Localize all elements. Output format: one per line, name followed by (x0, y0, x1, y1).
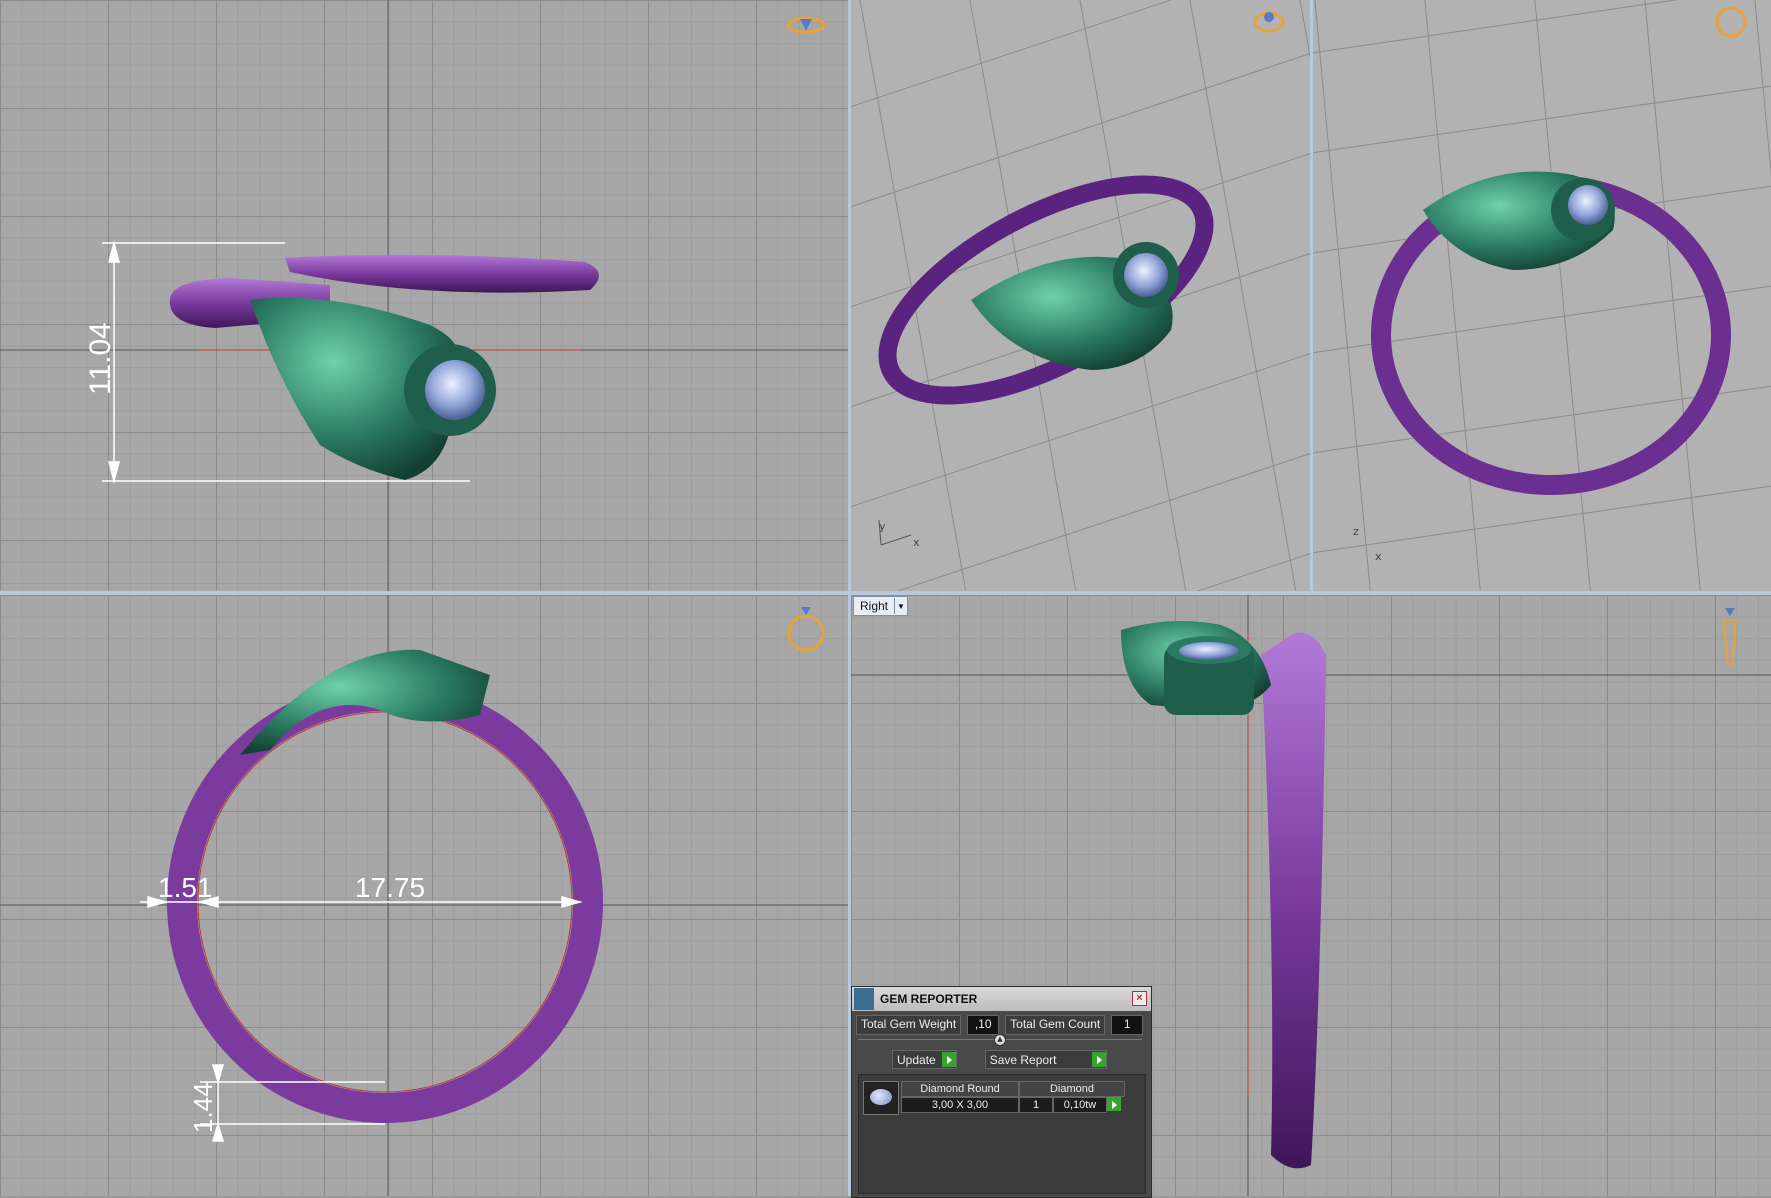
save-report-button[interactable]: Save Report (984, 1050, 1107, 1069)
total-count-label: Total Gem Count (1005, 1015, 1106, 1035)
collapse-toggle-icon[interactable]: ▲ (994, 1034, 1006, 1046)
total-weight-value: ,10 (967, 1015, 1000, 1035)
update-button[interactable]: Update (892, 1050, 957, 1069)
view-selector[interactable]: Right ▼ (853, 596, 909, 616)
view-cube-icon[interactable] (1253, 11, 1285, 33)
front-view-drawing: 11.04 (0, 0, 848, 591)
gem-shape: Diamond Round (901, 1081, 1019, 1097)
view-cube-icon[interactable] (1715, 6, 1747, 38)
viewport-top[interactable]: 1.51 17.75 1.44 (0, 595, 848, 1196)
total-count-value: 1 (1111, 1015, 1144, 1035)
gem-thumbnail-icon (863, 1081, 899, 1115)
height-dimension-label: 11.04 (84, 322, 117, 395)
viewport-front[interactable]: 11.04 (0, 0, 848, 591)
gem-reporter-title: GEM REPORTER (880, 992, 978, 1006)
total-weight-label: Total Gem Weight (856, 1015, 962, 1035)
chevron-down-icon[interactable]: ▼ (894, 598, 907, 614)
gem-reporter-titlebar[interactable]: GEM REPORTER × (852, 987, 1151, 1011)
save-report-label: Save Report (989, 1052, 1057, 1067)
viewport-perspective[interactable]: yx (851, 0, 1310, 591)
close-icon[interactable]: × (1132, 991, 1147, 1006)
thickness-label: 1.44 (188, 1082, 218, 1133)
gem-size: 3,00 X 3,00 (901, 1097, 1019, 1113)
perspective-drawing-2: zx (1313, 0, 1771, 591)
inner-diameter-label: 17.75 (355, 872, 425, 903)
play-icon[interactable] (1091, 1052, 1106, 1067)
viewport-divider-horizontal[interactable] (0, 591, 1771, 595)
gem-weight: 0,10tw (1053, 1097, 1107, 1113)
band-width-label: 1.51 (158, 872, 213, 903)
update-button-label: Update (897, 1052, 936, 1067)
viewport-perspective-2[interactable]: zx (1313, 0, 1771, 591)
svg-text:x: x (1375, 550, 1382, 563)
gem-detail-button[interactable] (1107, 1097, 1121, 1111)
gem-material: Diamond (1019, 1081, 1125, 1097)
svg-text:x: x (913, 536, 920, 549)
gem-reporter-panel: GEM REPORTER × Total Gem Weight ,10 Tota… (851, 986, 1152, 1198)
gem-count: 1 (1019, 1097, 1053, 1113)
app-logo-icon (854, 988, 874, 1010)
play-icon[interactable] (941, 1052, 956, 1067)
gem-list: Diamond Round Diamond 3,00 X 3,00 1 0,10… (858, 1074, 1146, 1194)
perspective-drawing: yx (851, 0, 1310, 591)
play-icon[interactable] (1107, 1097, 1121, 1111)
view-cube-icon[interactable] (786, 16, 826, 34)
view-cube-icon[interactable] (787, 607, 825, 652)
svg-text:z: z (1353, 525, 1359, 538)
svg-text:y: y (879, 520, 886, 533)
top-view-drawing: 1.51 17.75 1.44 (0, 595, 848, 1196)
viewport-divider-vertical-2[interactable] (1310, 0, 1313, 591)
view-cube-icon[interactable] (1722, 608, 1738, 666)
view-selector-label: Right (860, 599, 889, 613)
